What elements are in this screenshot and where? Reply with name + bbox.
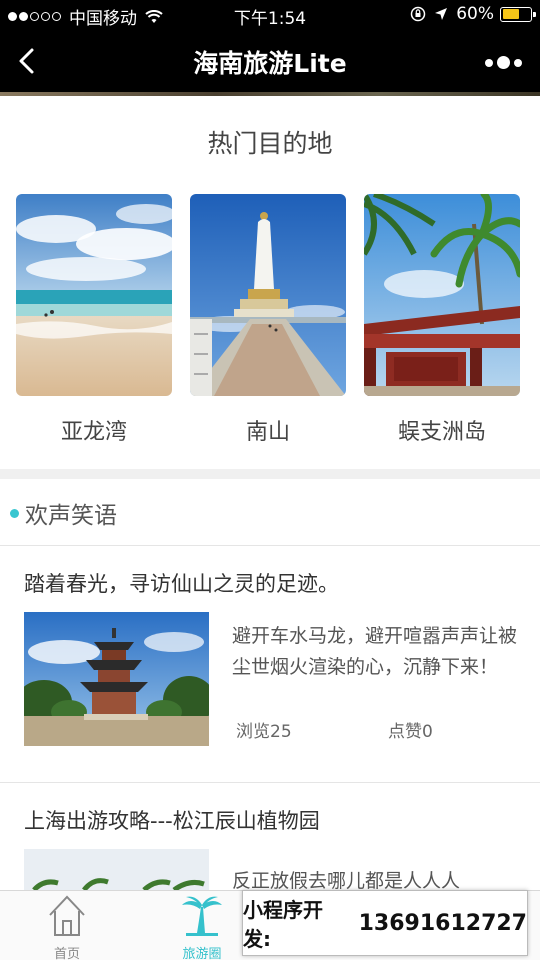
post-title[interactable]: 上海出游攻略---松江辰山植物园 (24, 805, 320, 835)
battery-percent: 60% (456, 4, 494, 24)
post-likes[interactable]: 点赞0 (388, 717, 433, 742)
palm-garden-photo[interactable] (24, 849, 209, 890)
tab-label: 首页 (53, 947, 80, 960)
header-image-strip (0, 92, 540, 96)
hot-destinations-title: 热门目的地 (207, 129, 333, 158)
tab-label: 旅游圈 (182, 947, 222, 960)
pagoda-photo[interactable] (24, 612, 209, 746)
section-bullet-icon (10, 508, 19, 518)
nav-bar: 海南旅游Lite (0, 30, 540, 92)
divider-line (0, 545, 540, 546)
promo-phone: 13691612727 (358, 910, 527, 936)
section-header: 欢声笑语 (10, 496, 117, 530)
post-title[interactable]: 踏着春光，寻访仙山之灵的足迹。 (24, 568, 339, 598)
status-right: 60% (410, 4, 536, 24)
post-excerpt: 反正放假去哪儿都是人人人 (232, 870, 461, 890)
divider-line (0, 782, 540, 783)
tab-travel-circle[interactable]: 旅游圈 (162, 893, 242, 960)
beach-photo[interactable] (16, 194, 172, 396)
section-divider (0, 469, 540, 479)
battery-icon (500, 6, 536, 22)
rotation-lock-icon (410, 6, 426, 22)
post-excerpt: 避开车水马龙，避开喧嚣声声让被尘世烟火渲染的心，沉静下来！ (232, 625, 518, 678)
status-bar: 中国移动 下午1:54 60% (0, 0, 540, 30)
tab-home[interactable]: 首页 (27, 893, 107, 960)
destination-name: 南山 (245, 420, 290, 445)
promo-label: 小程序开发: (243, 898, 323, 951)
pavilion-palm-photo[interactable] (364, 194, 520, 396)
post-views: 浏览25 (236, 722, 292, 742)
palm-tree-icon (182, 896, 222, 936)
section-title: 欢声笑语 (25, 503, 117, 529)
statue-photo[interactable] (190, 194, 346, 396)
destination-card-wuzhizhou-island[interactable]: 蜈支洲岛 (364, 194, 520, 446)
location-arrow-icon (435, 8, 448, 20)
destination-name: 蜈支洲岛 (397, 420, 486, 445)
more-options-icon[interactable] (481, 56, 522, 69)
home-icon (49, 895, 85, 936)
page-title: 海南旅游Lite (193, 49, 347, 78)
destination-card-yalong-bay[interactable]: 亚龙湾 (16, 194, 172, 446)
destination-name: 亚龙湾 (60, 420, 127, 445)
promo-banner[interactable]: 小程序开发: 13691612727 (242, 890, 528, 956)
destination-card-nanshan[interactable]: 南山 (190, 194, 346, 446)
